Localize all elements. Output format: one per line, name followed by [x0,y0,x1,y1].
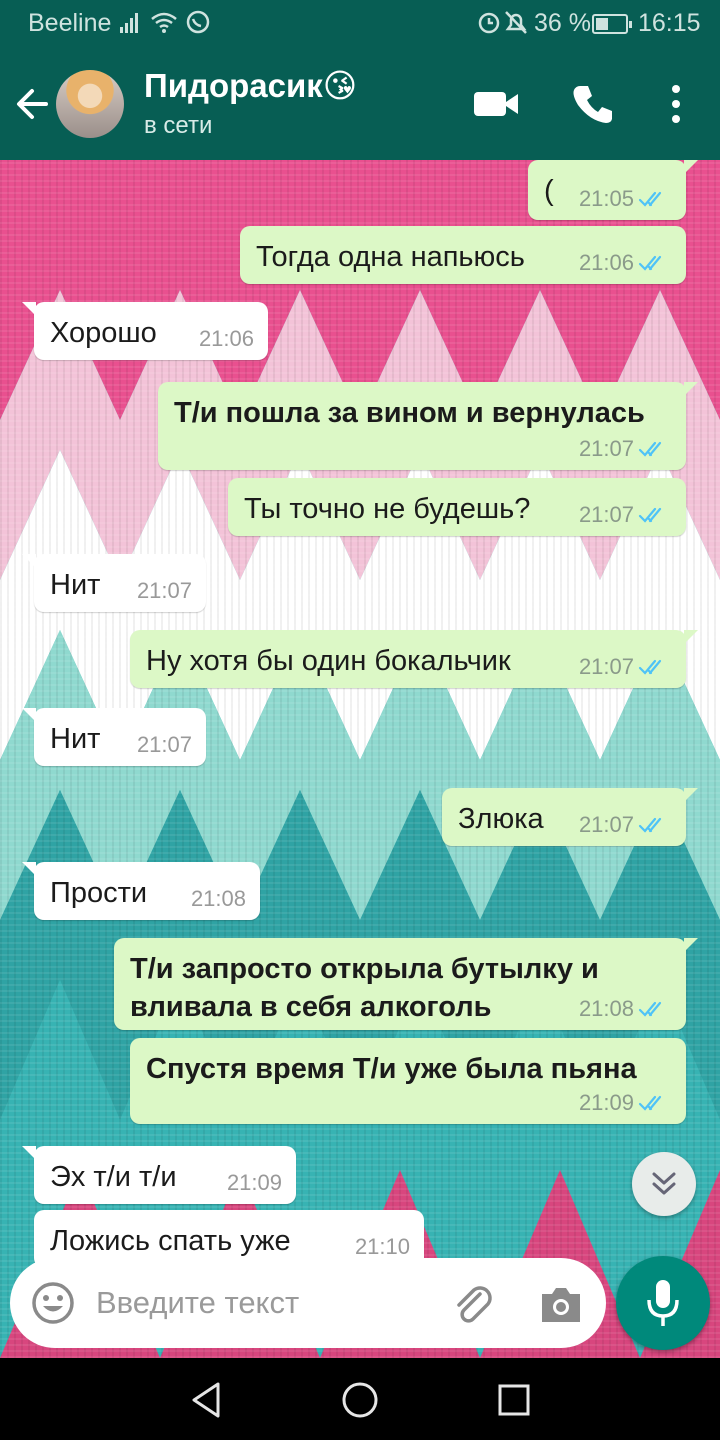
battery-icon [592,14,632,34]
read-ticks-icon [638,255,662,271]
outgoing-message[interactable]: (21:05 [528,160,698,220]
outgoing-message[interactable]: Ну хотя бы один бокальчик 21:07 [130,630,698,688]
message-text: Ты точно не будешь? [244,493,531,525]
microphone-icon[interactable] [616,1256,710,1350]
message-meta: 21:08 [191,886,246,912]
clock: 16:15 [638,9,701,37]
message-time: 21:07 [578,436,634,461]
message-time: 21:07 [578,654,634,679]
battery-percent: 36 % [534,9,591,37]
read-ticks-icon [638,441,662,457]
message-meta: 21:07 [579,654,672,680]
message-meta: 21:09 [579,1090,672,1116]
outgoing-message[interactable]: Тогда одна напьюсь 21:06 [240,226,686,284]
message-meta: 21:06 [199,326,254,352]
message-time: 21:09 [578,1090,634,1115]
message-time: 21:10 [354,1234,410,1259]
message-text: Спустя время Т/и уже была пьяна [146,1053,637,1085]
message-meta: 21:06 [579,250,672,276]
message-text: Прости [50,877,148,909]
message-meta: 21:07 [579,812,672,838]
chat-area[interactable]: (21:05 Тогда одна напьюсь 21:06 Хорошо 21:06… [0,160,720,1358]
read-ticks-icon [638,191,662,207]
message-meta: 21:07 [579,436,672,462]
message-time: 21:07 [136,578,192,603]
signal-wifi-whatsapp-icons [120,10,210,34]
message-time: 21:06 [198,326,254,351]
message-composer [10,1258,606,1348]
message-input[interactable] [96,1276,436,1330]
message-text: Нит [50,569,101,601]
read-ticks-icon [638,659,662,675]
message-text-line: Т/и запросто открыла бутылку и [130,953,599,985]
emoji-icon[interactable] [30,1280,76,1326]
message-time: 21:08 [578,996,634,1021]
message-meta: 21:08 [579,996,672,1022]
contact-name[interactable]: Пидорасик😘 [144,66,357,105]
system-nav-bar [0,1358,720,1440]
message-time: 21:06 [578,250,634,275]
message-text: Т/и пошла за вином и вернулась [174,397,645,429]
incoming-message[interactable]: Прости 21:08 [22,862,260,920]
contact-status: в сети [144,112,213,139]
read-ticks-icon [638,507,662,523]
avatar[interactable] [56,70,124,138]
incoming-message[interactable]: Эх т/и т/и 21:09 [22,1146,296,1204]
video-call-icon[interactable] [468,80,524,128]
back-arrow-icon[interactable] [12,78,56,130]
message-time: 21:07 [136,732,192,757]
more-options-icon[interactable] [656,78,696,130]
message-meta: 21:10 [355,1234,410,1260]
incoming-message[interactable]: Нит 21:07 [22,708,206,766]
incoming-message[interactable]: Нит 21:07 [22,554,206,612]
read-ticks-icon [638,1095,662,1111]
nav-back-icon[interactable] [186,1380,226,1420]
message-text: Ну хотя бы один бокальчик [146,645,511,677]
outgoing-message[interactable]: Ты точно не будешь? 21:07 [228,478,686,536]
message-text: Злюка [458,803,544,835]
paperclip-icon[interactable] [450,1280,496,1326]
message-time: 21:05 [578,186,634,211]
message-meta: 21:09 [227,1170,282,1196]
read-ticks-icon [638,1001,662,1017]
alarm-mute-icons [478,11,527,34]
message-text: Тогда одна напьюсь [256,241,525,273]
message-text: Ложись спать уже [50,1225,291,1257]
nav-home-icon[interactable] [340,1380,380,1420]
phone-call-icon[interactable] [566,78,618,130]
outgoing-message[interactable]: Злюка 21:07 [442,788,698,846]
message-time: 21:09 [226,1170,282,1195]
message-time: 21:07 [578,812,634,837]
nav-recents-icon[interactable] [494,1380,534,1420]
message-meta: 21:07 [579,502,672,528]
message-meta: 21:07 [137,732,192,758]
outgoing-message[interactable]: Т/и запросто открыла бутылку и вливала в … [114,938,698,1030]
message-time: 21:08 [190,886,246,911]
outgoing-message[interactable]: Т/и пошла за вином и вернулась 21:07 [158,382,698,470]
message-text: Хорошо [50,317,157,349]
incoming-message[interactable]: Хорошо 21:06 [22,302,268,360]
chat-header: Пидорасик😘 в сети [0,48,720,160]
outgoing-message[interactable]: Спустя время Т/и уже была пьяна 21:09 [130,1038,686,1124]
message-text: Нит [50,723,101,755]
camera-icon[interactable] [538,1282,584,1326]
message-text: Эх т/и т/и [50,1161,177,1193]
status-bar: Beeline 36 % 16:15 [0,0,720,48]
message-text: ( [544,175,554,207]
scroll-down-icon[interactable] [632,1152,696,1216]
message-meta: 21:07 [137,578,192,604]
message-time: 21:07 [578,502,634,527]
carrier-label: Beeline [28,9,112,37]
message-meta: 21:05 [579,186,672,212]
read-ticks-icon [638,817,662,833]
